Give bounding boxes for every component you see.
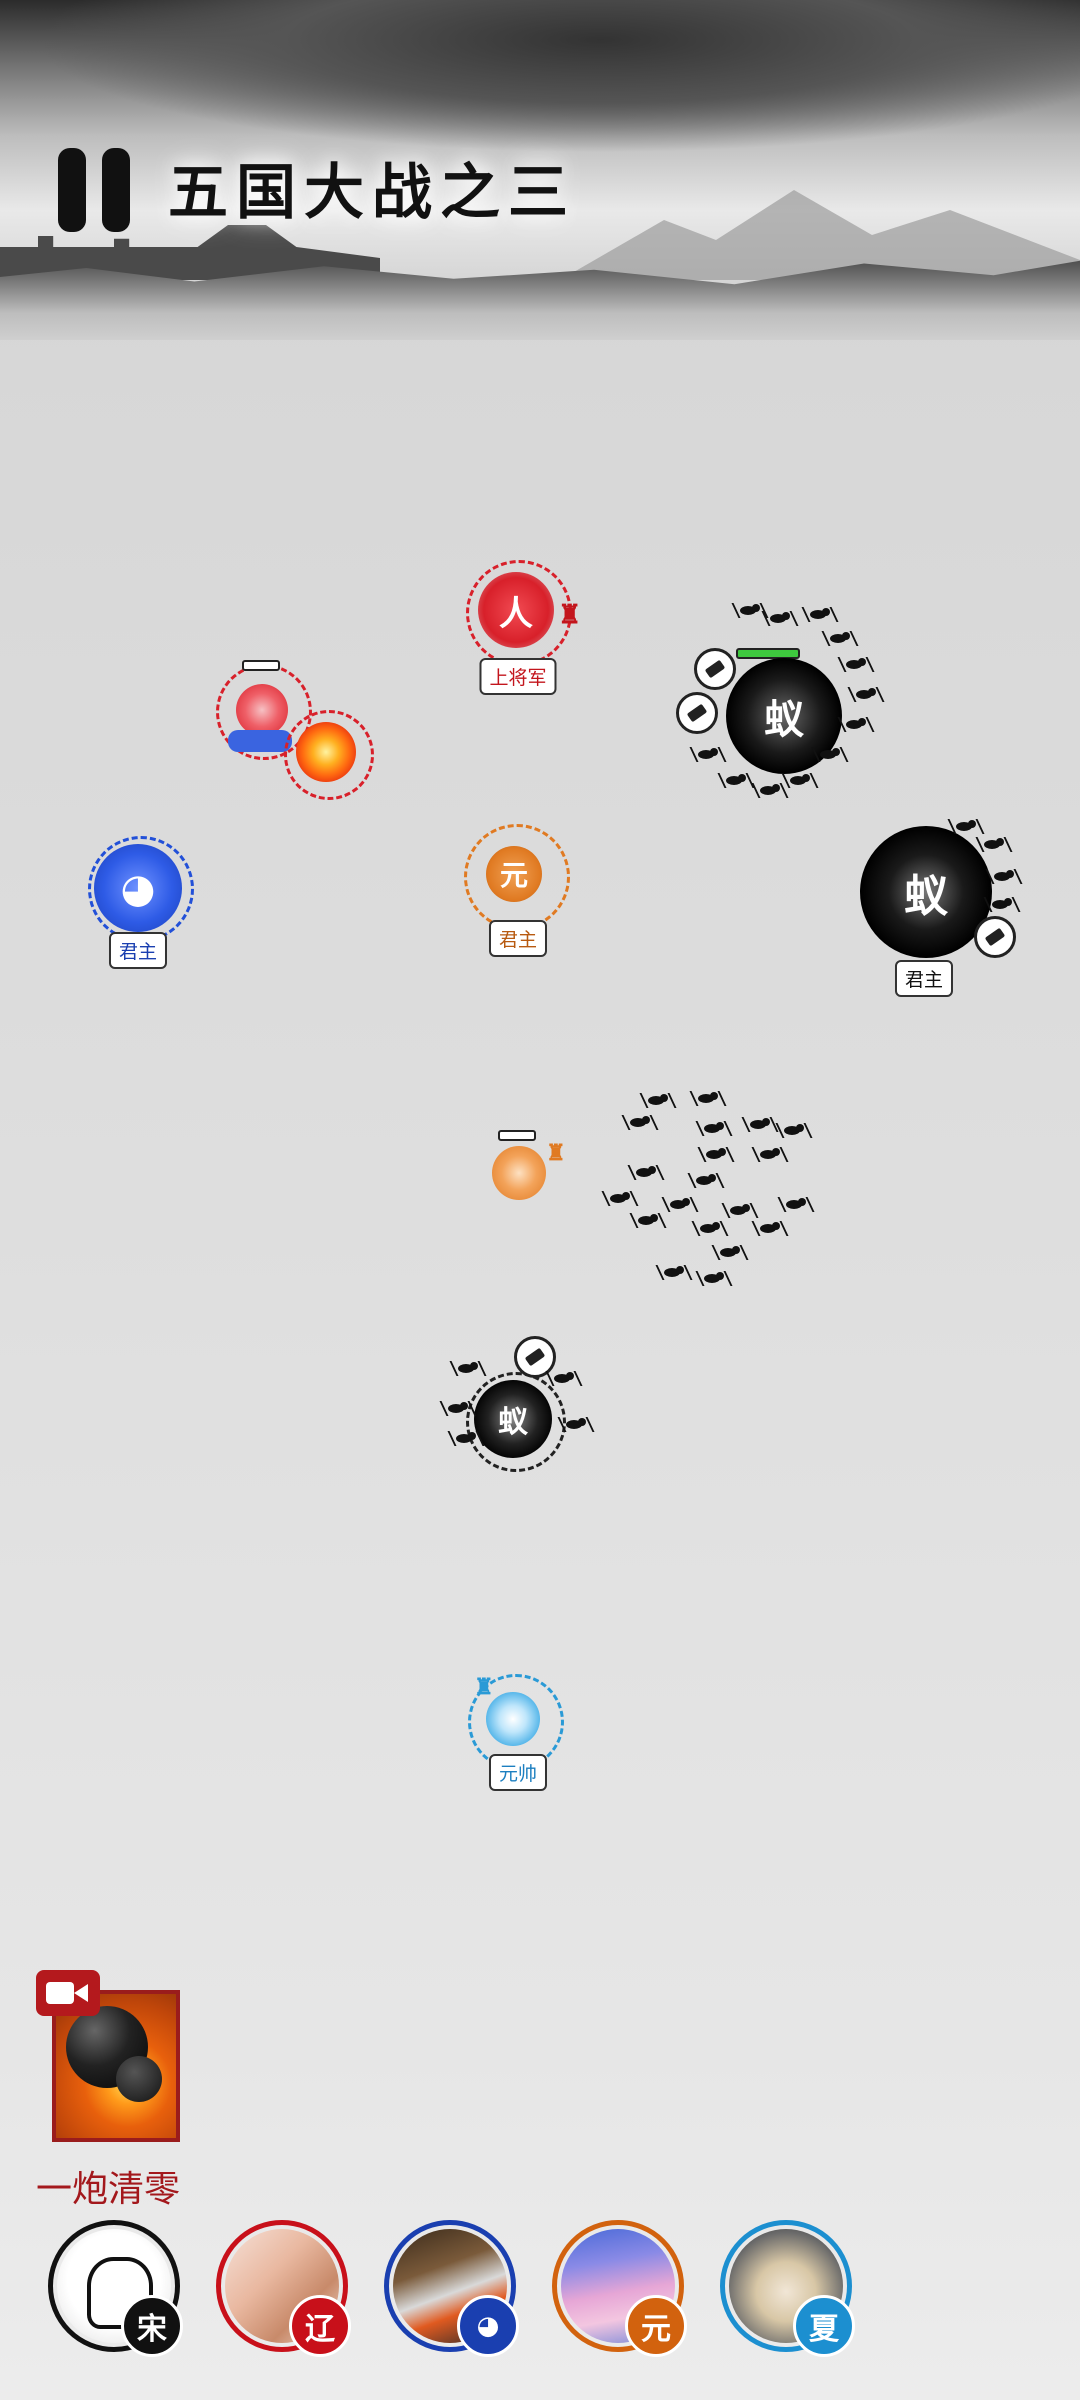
pause-icon [58, 148, 86, 232]
song-general-unit[interactable]: 人 ♜ 上将军 [466, 560, 586, 700]
yuan-lord-orb: 元 [486, 846, 542, 902]
ant-lord-orb: 蚁 [860, 826, 992, 958]
dog-face-icon: ◕ [94, 844, 182, 932]
video-camera-icon [46, 1982, 74, 2004]
cannon-icon [974, 916, 1016, 958]
health-bar [498, 1130, 536, 1141]
soldier-icon: ♜ [474, 1674, 494, 1700]
unit-label: 君主 [894, 960, 954, 997]
blue-escort-icons [228, 730, 292, 752]
yuan-squad-orb [492, 1146, 546, 1200]
faction-xia-button[interactable]: 夏 [720, 2220, 855, 2357]
unit-label: 元帅 [488, 1754, 548, 1791]
soldier-icon: ♜ [546, 1140, 566, 1166]
ant-icon [956, 820, 976, 831]
xia-marshal-orb [486, 1692, 540, 1746]
faction-badge: 辽 [289, 2295, 351, 2357]
health-bar [736, 648, 800, 659]
song-squad-unit[interactable] [212, 660, 382, 800]
video-ad-button[interactable] [36, 1970, 100, 2016]
dog-icon: ◕ [457, 2295, 519, 2357]
ant-icon [648, 1094, 668, 1105]
faction-song-button[interactable]: 宋 [48, 2220, 183, 2357]
song-squad-orb [236, 684, 288, 736]
faction-yuan-button[interactable]: 元 [552, 2220, 687, 2357]
ant-icon [740, 604, 760, 615]
faction-badge: 夏 [793, 2295, 855, 2357]
soldier-icon: ♜ [558, 600, 582, 630]
faction-badge: 宋 [121, 2295, 183, 2357]
song-general-orb: 人 [478, 572, 554, 648]
ant-squad-orb: 蚁 [474, 1380, 552, 1458]
skill-name: 一炮清零 [36, 2169, 181, 2210]
ant-swarm-unit[interactable] [600, 1090, 830, 1300]
shield-icon [694, 648, 736, 690]
fireball-icon [296, 722, 356, 782]
health-bar [242, 660, 280, 671]
level-title: 五国大战之三 [168, 158, 576, 228]
ant-icon [458, 1362, 478, 1373]
faction-badge: 元 [625, 2295, 687, 2357]
faction-dog-button[interactable]: ◕ [384, 2220, 519, 2357]
ant-army-unit[interactable]: 蚁 [670, 600, 890, 820]
ant-lord-unit[interactable]: 蚁 君主 [856, 818, 1026, 998]
ant-squad-unit[interactable]: 蚁 [444, 1334, 594, 1484]
unit-label: 上将军 [479, 658, 557, 695]
unit-label: 君主 [488, 920, 548, 957]
faction-liao-button[interactable]: 辽 [216, 2220, 351, 2357]
liao-lord-unit[interactable]: ◕ 君主 [84, 836, 204, 976]
level-header: 五国大战之三 [0, 0, 1080, 340]
pause-button[interactable] [52, 148, 134, 232]
cannon-icon [676, 692, 718, 734]
xia-marshal-unit[interactable]: ♜ 元帅 [464, 1670, 574, 1800]
yuan-lord-unit[interactable]: 元 君主 [464, 824, 574, 964]
unit-label: 君主 [108, 932, 168, 969]
yuan-squad-unit[interactable]: ♜ [484, 1108, 584, 1208]
